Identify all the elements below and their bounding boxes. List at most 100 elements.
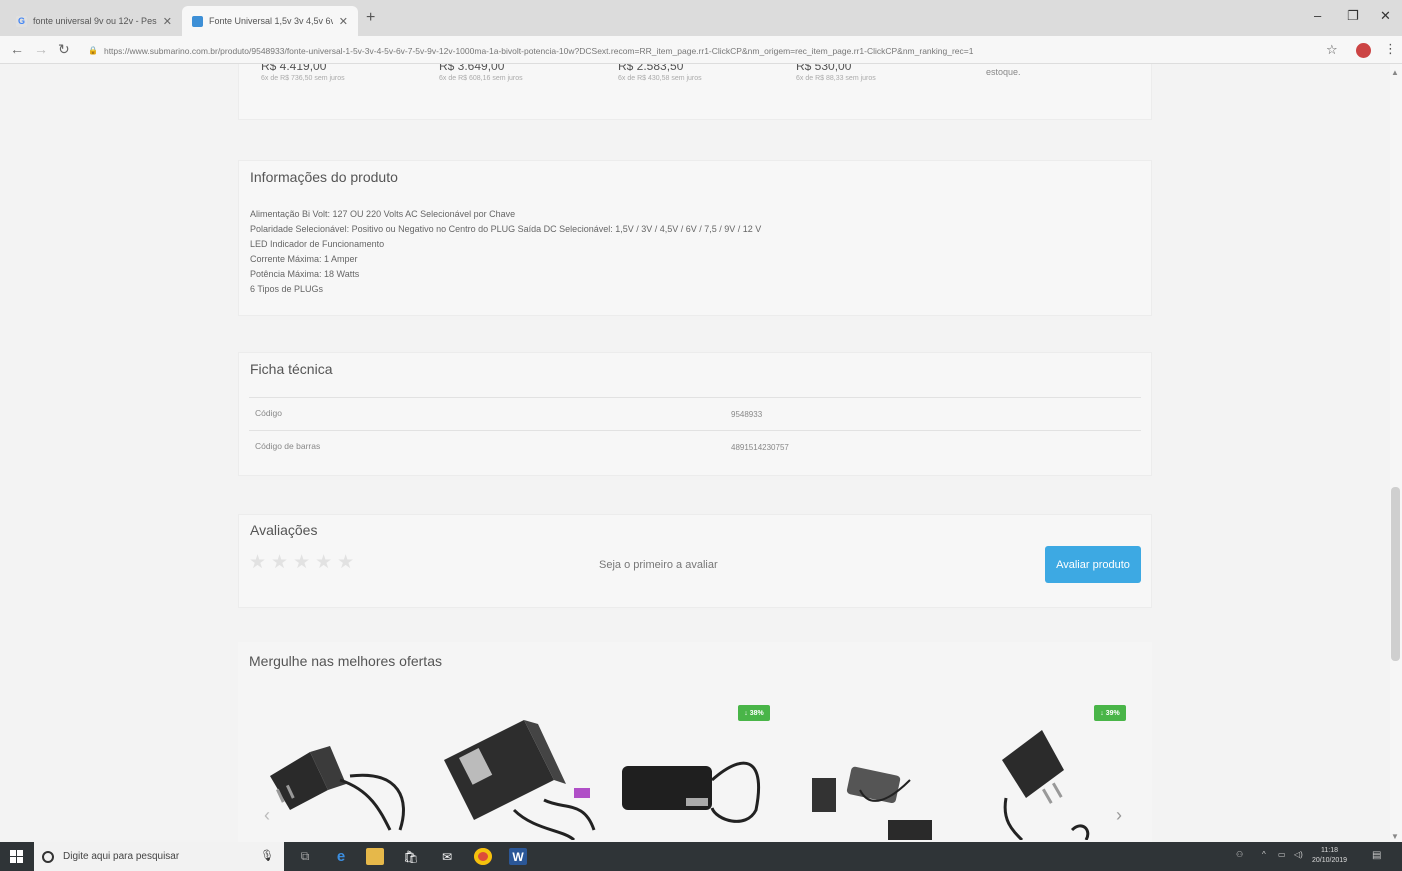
browser-toolbar: ← → ↻ 🔒 https://www.submarino.com.br/pro… (0, 36, 1402, 64)
page-content: R$ 4.419,00 6x de R$ 736,50 sem juros R$… (0, 64, 1402, 842)
clock-time: 11:18 (1321, 847, 1339, 854)
price-value: R$ 3.649,00 (439, 64, 505, 73)
product-card[interactable] (434, 680, 604, 842)
url-text: https://www.submarino.com.br/produto/954… (103, 45, 974, 56)
restore-icon[interactable]: ❐ (1347, 8, 1359, 24)
taskbar-search[interactable]: Digite aqui para pesquisar 🎙 (34, 842, 284, 871)
table-row: Código de barras 4891514230757 (249, 430, 1141, 462)
price-installments: 6x de R$ 430,58 sem juros (618, 75, 702, 82)
close-tab-icon[interactable]: ✕ (163, 15, 172, 28)
address-bar[interactable]: 🔒 https://www.submarino.com.br/produto/9… (88, 43, 1318, 58)
adapter-image (622, 761, 761, 823)
section-title: Mergulhe nas melhores ofertas (249, 653, 442, 669)
scrollbar-thumb[interactable] (1391, 487, 1400, 661)
price-value: R$ 2.583,50 (618, 64, 684, 73)
section-title: Ficha técnica (250, 361, 333, 377)
price-item[interactable]: R$ 530,00 6x de R$ 88,33 sem juros (796, 64, 876, 82)
browser-tab-product[interactable]: Fonte Universal 1,5v 3v 4,5v 6v ✕ (182, 6, 358, 36)
price-installments: 6x de R$ 736,50 sem juros (261, 75, 345, 82)
info-line: LED Indicador de Funcionamento (250, 239, 385, 249)
product-info-list: Alimentação Bi Volt: 127 OU 220 Volts AC… (250, 207, 761, 297)
price-item[interactable]: R$ 2.583,50 6x de R$ 430,58 sem juros (618, 64, 702, 82)
page-scrollbar[interactable] (1390, 64, 1402, 842)
spec-key: Código de barras (255, 441, 321, 451)
section-title: Avaliações (250, 522, 318, 538)
product-info-card: Informações do produto Alimentação Bi Vo… (238, 160, 1152, 316)
adapter-image (812, 766, 932, 840)
spec-key: Código (255, 408, 282, 418)
info-line: 6 Tipos de PLUGs (250, 284, 324, 294)
adapter-image (270, 746, 405, 831)
menu-kebab-icon[interactable]: ⋮ (1384, 41, 1397, 57)
google-icon: G (16, 15, 27, 27)
store-icon[interactable]: 🛍 (402, 848, 420, 865)
reload-icon[interactable]: ↻ (58, 41, 70, 58)
offers-carousel: ↓ 38% ↓ 39% (238, 680, 1152, 842)
spec-value: 4891514230757 (731, 443, 789, 452)
browser-tab-search[interactable]: G fonte universal 9v ou 12v - Pesq ✕ (6, 6, 182, 36)
price-value: R$ 4.419,00 (261, 64, 327, 73)
forward-icon[interactable]: → (34, 41, 48, 57)
reviews-card: Avaliações ★★★★★ Seja o primeiro a avali… (238, 514, 1152, 608)
windows-start-icon[interactable] (10, 850, 23, 863)
info-line: Polaridade Selecionável: Positivo ou Neg… (250, 224, 762, 234)
adapter-image (1002, 730, 1090, 842)
clock-date: 20/10/2019 (1312, 857, 1348, 864)
info-line: Corrente Máxima: 1 Amper (250, 254, 358, 264)
product-card[interactable]: ↓ 38% (616, 680, 786, 840)
info-line: Potência Máxima: 18 Watts (250, 269, 360, 279)
lock-icon: 🔒 (88, 46, 98, 55)
rating-stars: ★★★★★ (249, 552, 360, 573)
edge-icon[interactable]: e (332, 848, 350, 865)
scroll-down-icon[interactable]: ▼ (1391, 832, 1399, 841)
close-tab-icon[interactable]: ✕ (339, 15, 348, 28)
price-value: R$ 530,00 (796, 64, 852, 73)
price-item[interactable]: R$ 3.649,00 6x de R$ 608,16 sem juros (439, 64, 523, 82)
profile-avatar[interactable] (1356, 43, 1371, 58)
offers-card: Mergulhe nas melhores ofertas ↓ 38% ↓ 39… (238, 642, 1152, 842)
search-placeholder: Digite aqui para pesquisar (63, 851, 180, 862)
new-tab-button[interactable]: + (366, 9, 375, 27)
close-window-icon[interactable]: ✕ (1380, 8, 1391, 24)
price-installments: 6x de R$ 608,16 sem juros (439, 75, 523, 82)
bookmark-star-icon[interactable]: ☆ (1326, 42, 1338, 58)
windows-taskbar: Digite aqui para pesquisar 🎙 ⧉ e 🛍 ✉ W ⚇… (0, 842, 1402, 871)
people-icon[interactable]: ⚇ (1236, 850, 1243, 859)
volume-icon[interactable]: ◁) (1294, 850, 1303, 859)
minimize-icon[interactable]: – (1314, 8, 1321, 23)
cortana-icon (42, 850, 54, 863)
task-view-icon[interactable]: ⧉ (296, 848, 314, 865)
product-card[interactable] (800, 680, 970, 840)
adapter-image (444, 720, 596, 842)
network-icon[interactable]: ▭ (1278, 850, 1286, 859)
no-reviews-text: Seja o primeiro a avaliar (599, 559, 718, 571)
tray-chevron-icon[interactable]: ^ (1262, 850, 1266, 859)
tab-title: Fonte Universal 1,5v 3v 4,5v 6v (209, 16, 333, 26)
submarino-icon (192, 15, 203, 27)
carousel-next-icon[interactable]: › (1116, 805, 1122, 826)
stock-text: estoque. (986, 67, 1021, 77)
scroll-up-icon[interactable]: ▲ (1391, 68, 1399, 77)
info-line: Alimentação Bi Volt: 127 OU 220 Volts AC… (250, 209, 516, 219)
tab-title: fonte universal 9v ou 12v - Pesq (33, 16, 157, 26)
word-icon[interactable]: W (509, 848, 527, 865)
compare-prices-card: R$ 4.419,00 6x de R$ 736,50 sem juros R$… (238, 64, 1152, 120)
price-installments: 6x de R$ 88,33 sem juros (796, 75, 876, 82)
discount-badge: ↓ 38% (738, 705, 770, 721)
price-item[interactable]: R$ 4.419,00 6x de R$ 736,50 sem juros (261, 64, 345, 82)
table-row: Código 9548933 (249, 397, 1141, 429)
browser-tab-bar: G fonte universal 9v ou 12v - Pesq ✕ Fon… (0, 0, 1402, 36)
product-card[interactable] (250, 680, 420, 840)
rate-product-button[interactable]: Avaliar produto (1045, 546, 1141, 583)
tech-sheet-card: Ficha técnica Código 9548933 Código de b… (238, 352, 1152, 476)
product-card[interactable]: ↓ 39% (982, 680, 1152, 842)
file-explorer-icon[interactable] (366, 848, 384, 865)
back-icon[interactable]: ← (10, 41, 24, 57)
taskbar-clock[interactable]: 11:18 20/10/2019 (1312, 846, 1347, 866)
carousel-prev-icon[interactable]: ‹ (264, 805, 270, 826)
discount-badge: ↓ 39% (1094, 705, 1126, 721)
microphone-icon[interactable]: 🎙 (260, 849, 274, 862)
chrome-icon[interactable] (474, 848, 492, 865)
notifications-icon[interactable]: ▤ (1372, 850, 1381, 861)
mail-icon[interactable]: ✉ (438, 848, 456, 865)
